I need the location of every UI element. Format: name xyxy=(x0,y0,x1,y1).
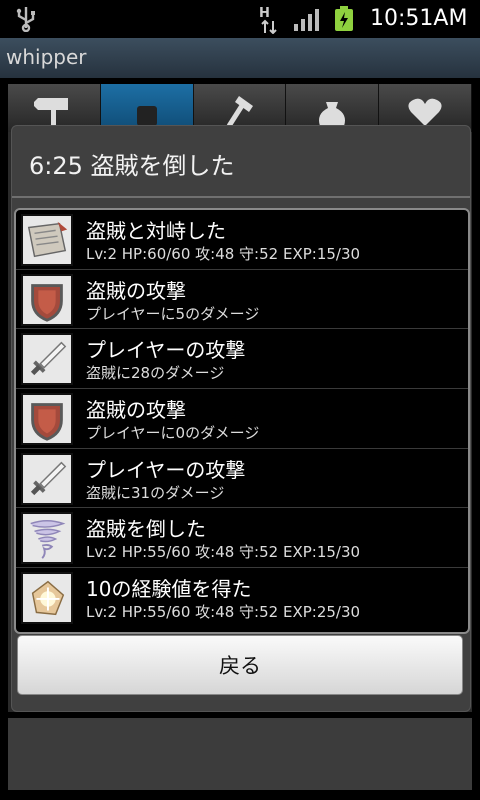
log-detail: Lv:2 HP:55/60 攻:48 守:52 EXP:15/30 xyxy=(86,543,361,562)
sparkle-icon xyxy=(31,580,65,616)
log-text: 盗賊の攻撃 xyxy=(86,398,186,423)
app-title-bar: whipper xyxy=(0,38,480,78)
shield-icon xyxy=(31,403,63,441)
money-bag-icon xyxy=(319,102,346,126)
log-detail: 盗賊に28のダメージ xyxy=(86,364,225,383)
scroll-icon xyxy=(27,221,68,258)
footer-panel xyxy=(8,718,472,790)
battle-log-list[interactable]: 盗賊と対峙した Lv:2 HP:60/60 攻:48 守:52 EXP:15/3… xyxy=(14,208,470,634)
log-text: 盗賊の攻撃 xyxy=(86,278,186,303)
log-entry[interactable]: 10の経験値を得た Lv:2 HP:55/60 攻:48 守:52 EXP:25… xyxy=(16,568,468,627)
signpost-icon xyxy=(33,98,68,126)
divider xyxy=(12,196,470,198)
dialog-title: 6:25 盗賊を倒した xyxy=(29,152,235,180)
log-detail: Lv:2 HP:55/60 攻:48 守:52 EXP:25/30 xyxy=(86,603,361,622)
usb-icon xyxy=(16,7,35,32)
app-title: whipper xyxy=(6,45,87,69)
log-entry[interactable]: プレイヤーの攻撃 盗賊に28のダメージ xyxy=(16,329,468,390)
log-detail: プレイヤーに0のダメージ xyxy=(86,424,260,443)
log-entry[interactable]: 盗賊を倒した Lv:2 HP:55/60 攻:48 守:52 EXP:15/30 xyxy=(16,508,468,569)
log-entry[interactable]: プレイヤーの攻撃 盗賊に31のダメージ xyxy=(16,449,468,509)
tornado-icon xyxy=(30,520,66,560)
signal-icon xyxy=(294,9,319,31)
sword-icon xyxy=(30,461,67,495)
log-entry[interactable]: 盗賊の攻撃 プレイヤーに0のダメージ xyxy=(16,389,468,449)
log-detail: 盗賊に31のダメージ xyxy=(86,483,225,502)
back-button[interactable]: 戻る xyxy=(17,635,463,695)
status-bar: H 10:51AM xyxy=(0,0,480,38)
log-detail: Lv:2 HP:60/60 攻:48 守:52 EXP:15/30 xyxy=(86,245,361,263)
log-text: 盗賊と対峙した xyxy=(86,219,226,243)
log-detail: プレイヤーに5のダメージ xyxy=(86,304,260,323)
log-text: 盗賊を倒した xyxy=(86,517,206,542)
sword-icon xyxy=(30,342,67,376)
battle-log-dialog: 6:25 盗賊を倒した 盗賊と対峙した Lv:2 HP:60/60 攻:48 守… xyxy=(11,125,471,712)
svg-text:H: H xyxy=(259,6,270,21)
hsdpa-icon: H xyxy=(259,6,277,34)
log-text: プレイヤーの攻撃 xyxy=(86,338,246,363)
log-entry[interactable]: 盗賊と対峙した Lv:2 HP:60/60 攻:48 守:52 EXP:15/3… xyxy=(16,210,468,270)
clock: 10:51AM xyxy=(370,6,468,31)
log-entry[interactable]: 盗賊の攻撃 プレイヤーに5のダメージ xyxy=(16,270,468,330)
square-icon xyxy=(136,106,157,126)
log-text: 10の経験値を得た xyxy=(86,577,252,602)
shield-icon xyxy=(31,283,63,322)
heart-icon xyxy=(408,98,442,126)
hammer-icon xyxy=(227,96,254,126)
battery-charging-icon xyxy=(335,6,353,31)
log-text: プレイヤーの攻撃 xyxy=(86,457,246,482)
